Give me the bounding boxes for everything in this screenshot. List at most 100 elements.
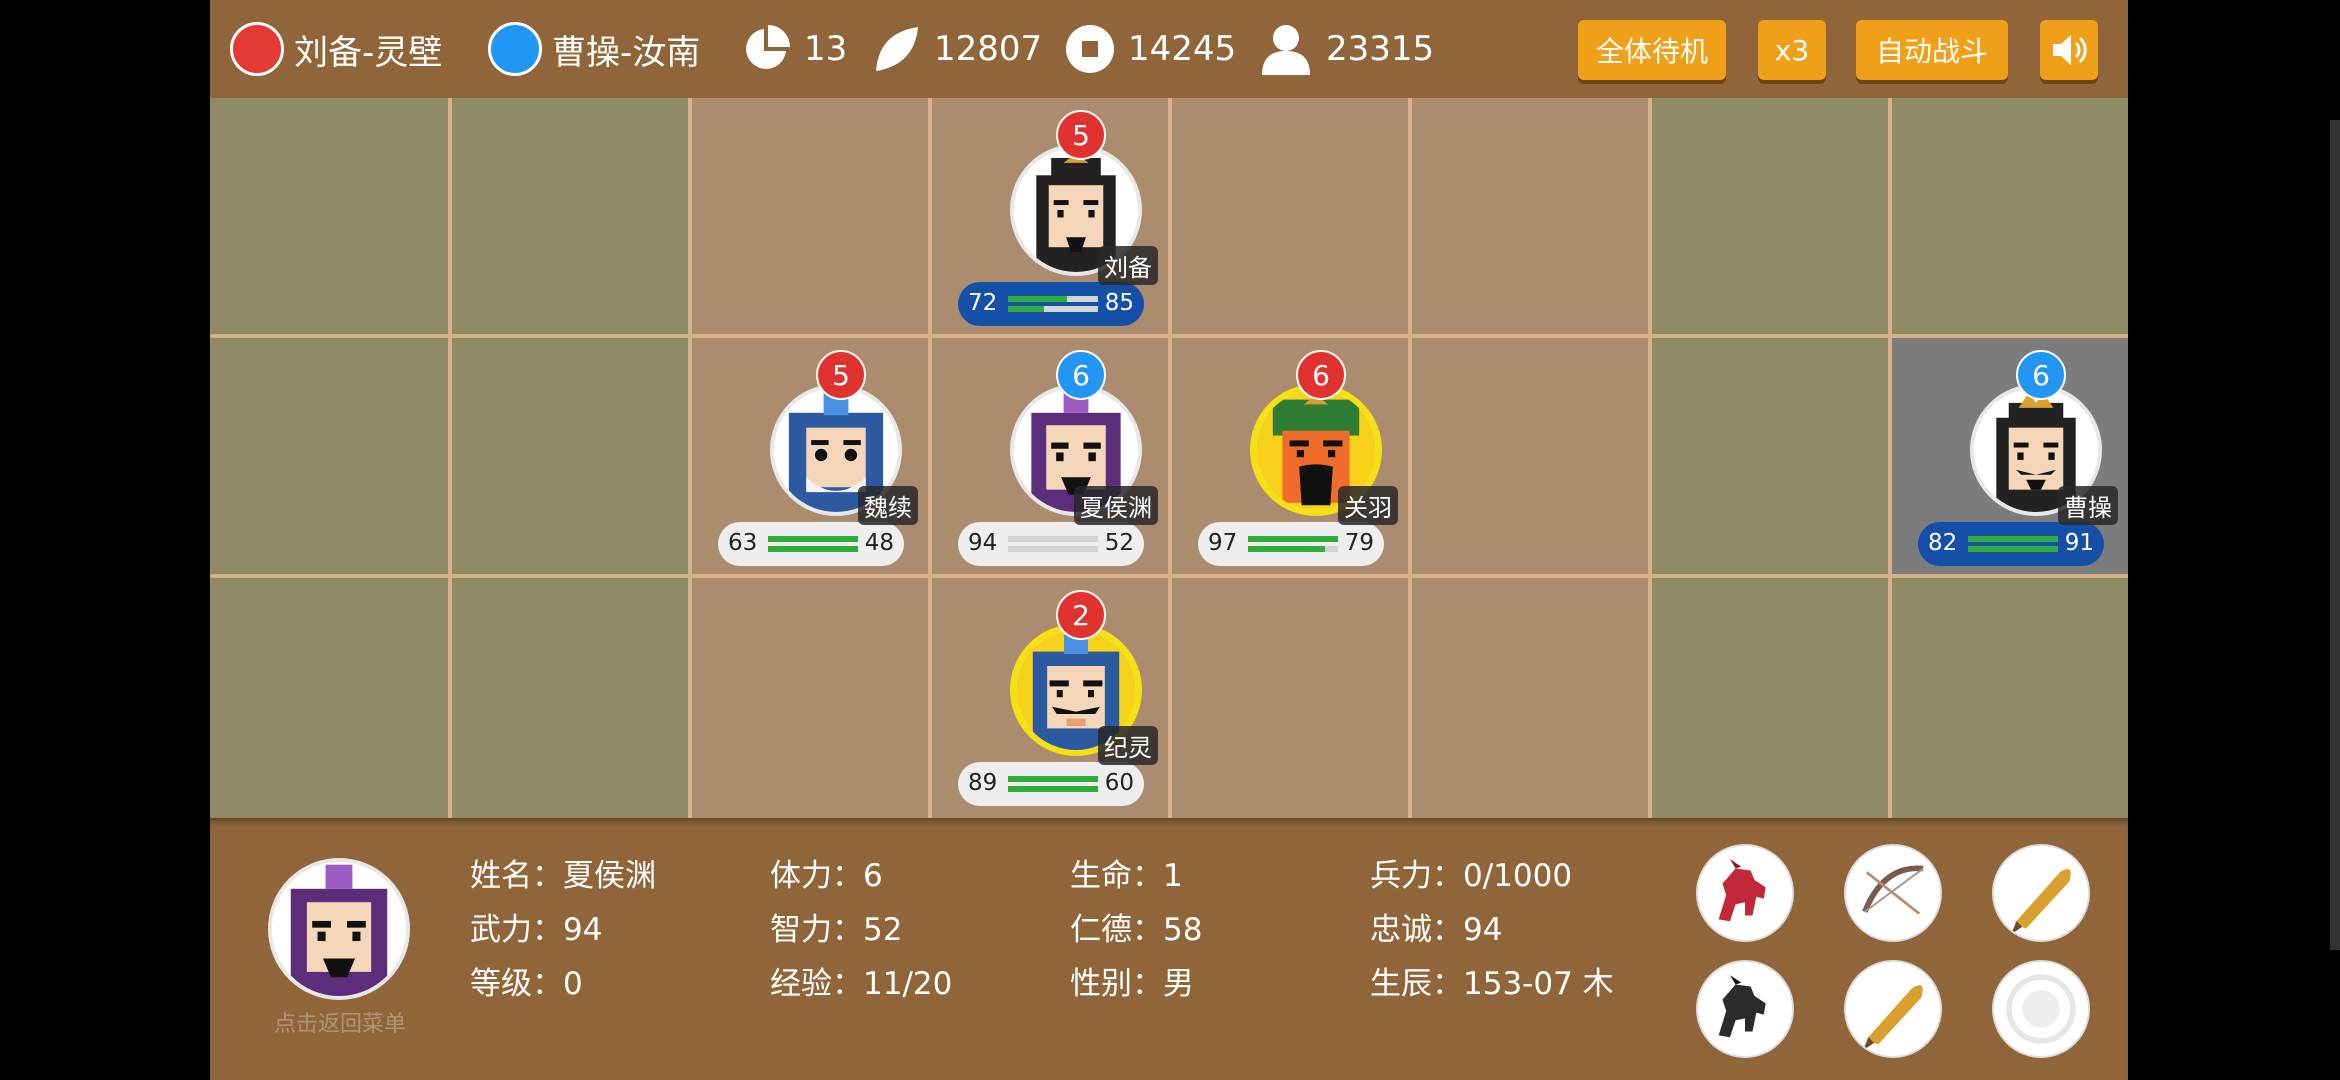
tile[interactable] bbox=[452, 98, 688, 334]
unit-attack-bar bbox=[768, 536, 858, 542]
game-screen: 刘备-灵壁 曹操-汝南 13 12807 14245 23315 全体待机 x3… bbox=[210, 0, 2128, 1080]
unit-attack-value: 82 bbox=[1928, 530, 1958, 556]
edge-scrollbar[interactable] bbox=[2330, 120, 2340, 950]
population-counter: 23315 bbox=[1258, 0, 1434, 98]
coin-gold-icon bbox=[1066, 25, 1114, 73]
selected-general-avatar[interactable] bbox=[268, 858, 410, 1000]
unit-defense-value: 52 bbox=[1104, 530, 1134, 556]
enemy-faction-dot bbox=[488, 22, 542, 76]
attribute-label: 生辰： bbox=[1370, 966, 1463, 1002]
general-attribute: 经验：11/20 bbox=[770, 958, 952, 1003]
tile[interactable] bbox=[452, 578, 688, 818]
food-counter: 12807 bbox=[870, 0, 1042, 98]
unit-guanyu[interactable]: 6 关羽 97 79 bbox=[1198, 350, 1398, 574]
unit-stat-plate: 94 52 bbox=[958, 522, 1144, 566]
tile[interactable] bbox=[1172, 98, 1408, 334]
unit-xiahouyuan[interactable]: 6 夏侯渊 94 52 bbox=[958, 350, 1158, 574]
unit-attack-value: 89 bbox=[968, 770, 998, 796]
speaker-icon bbox=[2053, 35, 2087, 65]
unit-caocao[interactable]: 6 曹操 82 91 bbox=[1918, 350, 2118, 574]
red-horse-icon[interactable] bbox=[1696, 844, 1794, 942]
player-faction: 刘备-灵壁 bbox=[230, 0, 442, 98]
tile[interactable] bbox=[1652, 98, 1888, 334]
unit-attack-bar bbox=[1008, 536, 1098, 542]
leaf-food-icon bbox=[876, 27, 918, 71]
turn-counter: 13 bbox=[740, 0, 847, 98]
auto-battle-button[interactable]: 自动战斗 bbox=[1856, 20, 2008, 80]
attribute-value: 1 bbox=[1163, 858, 1183, 894]
tile[interactable] bbox=[1652, 338, 1888, 574]
tile[interactable] bbox=[1652, 578, 1888, 818]
speed-button[interactable]: x3 bbox=[1758, 20, 1826, 80]
gold-value: 14245 bbox=[1128, 29, 1237, 69]
unit-defense-bar bbox=[768, 546, 858, 552]
bow-icon[interactable] bbox=[1844, 844, 1942, 942]
empty-slot-icon[interactable] bbox=[1992, 960, 2090, 1058]
unit-stat-plate: 82 91 bbox=[1918, 522, 2104, 566]
tile[interactable] bbox=[1892, 578, 2128, 818]
player-faction-dot bbox=[230, 22, 284, 76]
unit-name-label: 曹操 bbox=[2058, 486, 2118, 525]
battle-board: 5 刘备 72 85 5 魏续 63 48 6 夏侯渊 94 52 6 关羽 97 79 6 曹操 82 91… bbox=[210, 98, 2128, 818]
unit-name-label: 魏续 bbox=[858, 486, 918, 525]
tile[interactable] bbox=[210, 578, 448, 818]
unit-defense-bar bbox=[1008, 546, 1098, 552]
unit-level-badge: 2 bbox=[1056, 590, 1106, 640]
enemy-faction-name: 曹操-汝南 bbox=[552, 32, 701, 73]
attribute-label: 体力： bbox=[770, 858, 863, 894]
unit-level-badge: 5 bbox=[816, 350, 866, 400]
general-info-panel: 点击返回菜单 姓名：夏侯渊 体力：6 生命：1 兵力：0/1000 武力：94 智力：52… bbox=[210, 818, 2128, 1080]
attribute-value: 男 bbox=[1163, 966, 1194, 1002]
black-horse-icon[interactable] bbox=[1696, 960, 1794, 1058]
all-standby-button[interactable]: 全体待机 bbox=[1578, 20, 1726, 80]
broadsword-icon[interactable] bbox=[1992, 844, 2090, 942]
attribute-value: 52 bbox=[863, 912, 903, 948]
unit-attack-value: 97 bbox=[1208, 530, 1238, 556]
unit-stat-plate: 89 60 bbox=[958, 762, 1144, 806]
top-bar: 刘备-灵壁 曹操-汝南 13 12807 14245 23315 全体待机 x3… bbox=[210, 0, 2128, 98]
unit-attack-value: 72 bbox=[968, 290, 998, 316]
general-attribute: 兵力：0/1000 bbox=[1370, 850, 1572, 895]
tile[interactable] bbox=[210, 338, 448, 574]
unit-liubei[interactable]: 5 刘备 72 85 bbox=[958, 110, 1158, 334]
gold-counter: 14245 bbox=[1064, 0, 1236, 98]
general-attribute: 智力：52 bbox=[770, 904, 902, 949]
attribute-value: 6 bbox=[863, 858, 883, 894]
unit-stat-plate: 97 79 bbox=[1198, 522, 1384, 566]
tile[interactable] bbox=[210, 98, 448, 334]
enemy-faction: 曹操-汝南 bbox=[488, 0, 700, 98]
attribute-value: 153-07 木 bbox=[1463, 966, 1614, 1002]
broadsword-icon[interactable] bbox=[1844, 960, 1942, 1058]
sound-button[interactable] bbox=[2040, 20, 2098, 80]
unit-name-label: 关羽 bbox=[1338, 486, 1398, 525]
attribute-value: 94 bbox=[563, 912, 603, 948]
attribute-value: 夏侯渊 bbox=[563, 858, 656, 894]
tile[interactable] bbox=[692, 98, 928, 334]
unit-level-badge: 6 bbox=[1056, 350, 1106, 400]
tile[interactable] bbox=[1172, 578, 1408, 818]
unit-defense-value: 60 bbox=[1104, 770, 1134, 796]
attribute-label: 智力： bbox=[770, 912, 863, 948]
tile[interactable] bbox=[1412, 578, 1648, 818]
back-to-menu-link[interactable]: 点击返回菜单 bbox=[260, 1006, 420, 1038]
tile[interactable] bbox=[452, 338, 688, 574]
general-attribute: 等级：0 bbox=[470, 958, 583, 1003]
attribute-label: 等级： bbox=[470, 966, 563, 1002]
attribute-label: 兵力： bbox=[1370, 858, 1463, 894]
unit-attack-value: 63 bbox=[728, 530, 758, 556]
unit-name-label: 纪灵 bbox=[1098, 726, 1158, 765]
unit-defense-value: 85 bbox=[1104, 290, 1134, 316]
attribute-label: 性别： bbox=[1070, 966, 1163, 1002]
tile[interactable] bbox=[1412, 338, 1648, 574]
tile[interactable] bbox=[692, 578, 928, 818]
unit-jiling[interactable]: 2 纪灵 89 60 bbox=[958, 590, 1158, 814]
unit-weixu[interactable]: 5 魏续 63 48 bbox=[718, 350, 918, 574]
tile[interactable] bbox=[1412, 98, 1648, 334]
tile[interactable] bbox=[1892, 98, 2128, 334]
unit-level-badge: 6 bbox=[2016, 350, 2066, 400]
unit-attack-bar bbox=[1968, 536, 2058, 542]
attribute-value: 11/20 bbox=[863, 966, 953, 1002]
population-value: 23315 bbox=[1326, 29, 1435, 69]
pie-turn-icon bbox=[746, 25, 790, 69]
unit-name-label: 夏侯渊 bbox=[1074, 486, 1158, 525]
